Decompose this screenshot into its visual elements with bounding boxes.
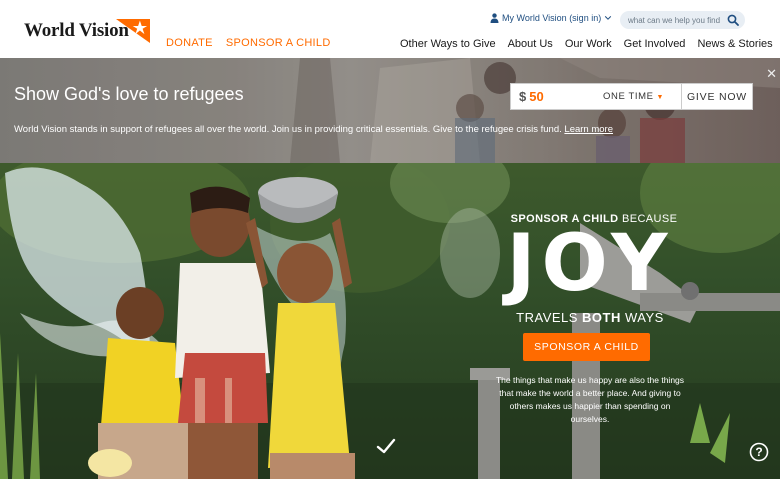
banner-title: Show God's love to refugees: [14, 84, 244, 104]
site-header: World Vision DONATE SPONSOR A CHILD My W…: [0, 0, 780, 58]
refugee-camp-photo: [0, 58, 780, 163]
caret-down-icon: ▼: [656, 94, 665, 101]
give-now-button[interactable]: GIVE NOW: [681, 84, 752, 109]
search-box: [620, 11, 745, 29]
frequency-label: ONE TIME: [603, 91, 654, 102]
amount-value: 50: [529, 89, 544, 104]
search-input[interactable]: [620, 15, 720, 25]
nav-our-work[interactable]: Our Work: [565, 38, 612, 50]
sponsor-a-child-link[interactable]: SPONSOR A CHILD: [226, 37, 331, 49]
check-icon: [376, 438, 396, 454]
donate-link[interactable]: DONATE: [166, 37, 213, 49]
hero-section: SPONSOR A CHILD BECAUSE JOY TRAVELS BOTH…: [0, 163, 780, 479]
learn-more-link[interactable]: Learn more: [564, 124, 613, 135]
refugee-banner: Show God's love to refugees World Vision…: [0, 58, 780, 163]
search-icon[interactable]: [727, 14, 739, 26]
donation-widget: $ 50 ONE TIME ▼ GIVE NOW: [510, 83, 753, 110]
hero-description: The things that make us happy are also t…: [495, 375, 685, 424]
close-icon[interactable]: ✕: [766, 67, 777, 80]
amount-field[interactable]: $ 50: [511, 89, 601, 104]
nav-get-involved[interactable]: Get Involved: [624, 38, 686, 50]
help-icon[interactable]: ?: [749, 442, 769, 462]
account-label: My World Vision (sign in): [502, 13, 602, 23]
user-icon: [490, 13, 499, 23]
logo-star-icon: [116, 19, 150, 43]
hero-headline: JOY: [506, 219, 674, 309]
svg-text:?: ?: [755, 445, 762, 459]
nav-about-us[interactable]: About Us: [508, 38, 553, 50]
nav-news-and-stories[interactable]: News & Stories: [697, 38, 772, 50]
sponsor-a-child-button[interactable]: SPONSOR A CHILD: [523, 333, 650, 361]
banner-text: World Vision stands in support of refuge…: [14, 124, 613, 135]
sub-pre: TRAVELS: [516, 310, 583, 325]
chevron-down-icon: [605, 16, 612, 20]
world-vision-logo[interactable]: World Vision: [24, 19, 150, 43]
primary-links: DONATE SPONSOR A CHILD: [166, 37, 331, 49]
account-signin[interactable]: My World Vision (sign in): [490, 13, 612, 23]
sub-post: WAYS: [620, 310, 664, 325]
currency-symbol: $: [519, 89, 527, 104]
frequency-select[interactable]: ONE TIME ▼: [601, 91, 681, 102]
nav-other-ways-to-give[interactable]: Other Ways to Give: [400, 38, 496, 50]
banner-description: World Vision stands in support of refuge…: [14, 124, 562, 135]
main-nav: Other Ways to Give About Us Our Work Get…: [400, 38, 773, 50]
hero-tagline-bottom: TRAVELS BOTH WAYS: [490, 310, 690, 325]
sub-strong: BOTH: [582, 310, 621, 325]
